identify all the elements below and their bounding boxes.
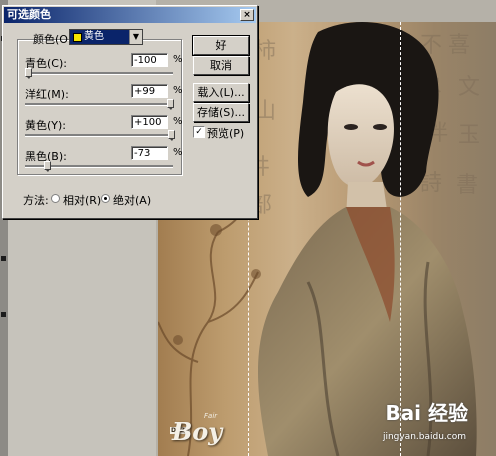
boy-logo: Boy — [172, 417, 223, 446]
magenta-slider-thumb[interactable] — [167, 99, 175, 110]
black-slider-thumb[interactable] — [44, 161, 52, 172]
magenta-label: 洋红(M): — [25, 88, 69, 101]
watermark-url: jingyan.baidu.com — [382, 432, 466, 442]
strip-mark — [1, 312, 6, 317]
svg-text:書: 書 — [456, 173, 478, 198]
color-select[interactable]: 黄色 ▼ — [69, 29, 143, 45]
cyan-slider-thumb[interactable] — [25, 68, 32, 79]
save-button[interactable]: 存储(S)... — [193, 103, 249, 122]
yellow-slider-track[interactable] — [25, 134, 173, 137]
preview-label[interactable]: 预览(P) — [207, 125, 244, 141]
dialog-title: 可选颜色 — [7, 8, 51, 21]
baidu-watermark: Bai 经验 — [385, 401, 468, 425]
black-input[interactable]: -73 — [131, 146, 168, 160]
yellow-swatch-icon — [73, 33, 82, 42]
dialog-titlebar[interactable]: 可选颜色 × — [4, 7, 256, 23]
cyan-percent: % — [173, 54, 183, 65]
magenta-percent: % — [173, 85, 183, 96]
black-percent: % — [173, 147, 183, 158]
ok-button[interactable]: 好 — [192, 35, 250, 56]
yellow-input[interactable]: +100 — [131, 115, 168, 129]
checkmark-icon: ✓ — [195, 127, 203, 137]
method-label: 方法: — [23, 194, 49, 207]
color-select-value: 黄色 — [84, 31, 104, 42]
strip-mark — [1, 256, 6, 261]
yellow-percent: % — [173, 116, 183, 127]
cyan-input[interactable]: -100 — [131, 53, 168, 67]
yellow-slider-thumb[interactable] — [168, 130, 175, 141]
svg-text:喜: 喜 — [448, 33, 470, 58]
magenta-input[interactable]: +99 — [131, 84, 168, 98]
preview-checkbox[interactable]: ✓ — [193, 126, 205, 138]
yellow-label: 黄色(Y): — [25, 119, 67, 132]
method-absolute-radio[interactable] — [101, 194, 110, 203]
method-relative-label[interactable]: 相对(R) — [63, 192, 101, 208]
cyan-slider-track[interactable] — [25, 72, 173, 75]
selection-marquee-right — [400, 22, 401, 456]
selective-color-dialog: 可选颜色 × 颜色(O): 黄色 ▼ 青色(C): -100 % 洋红(M): … — [2, 5, 258, 219]
method-absolute-label[interactable]: 绝对(A) — [113, 192, 151, 208]
cancel-button[interactable]: 取消 — [193, 56, 249, 75]
close-icon[interactable]: × — [240, 9, 254, 21]
svg-text:文: 文 — [458, 75, 480, 100]
load-button[interactable]: 载入(L)... — [193, 83, 249, 102]
chevron-down-icon[interactable]: ▼ — [129, 30, 142, 44]
svg-text:玉: 玉 — [458, 123, 480, 148]
method-relative-radio[interactable] — [51, 194, 60, 203]
magenta-slider-track[interactable] — [25, 103, 173, 106]
